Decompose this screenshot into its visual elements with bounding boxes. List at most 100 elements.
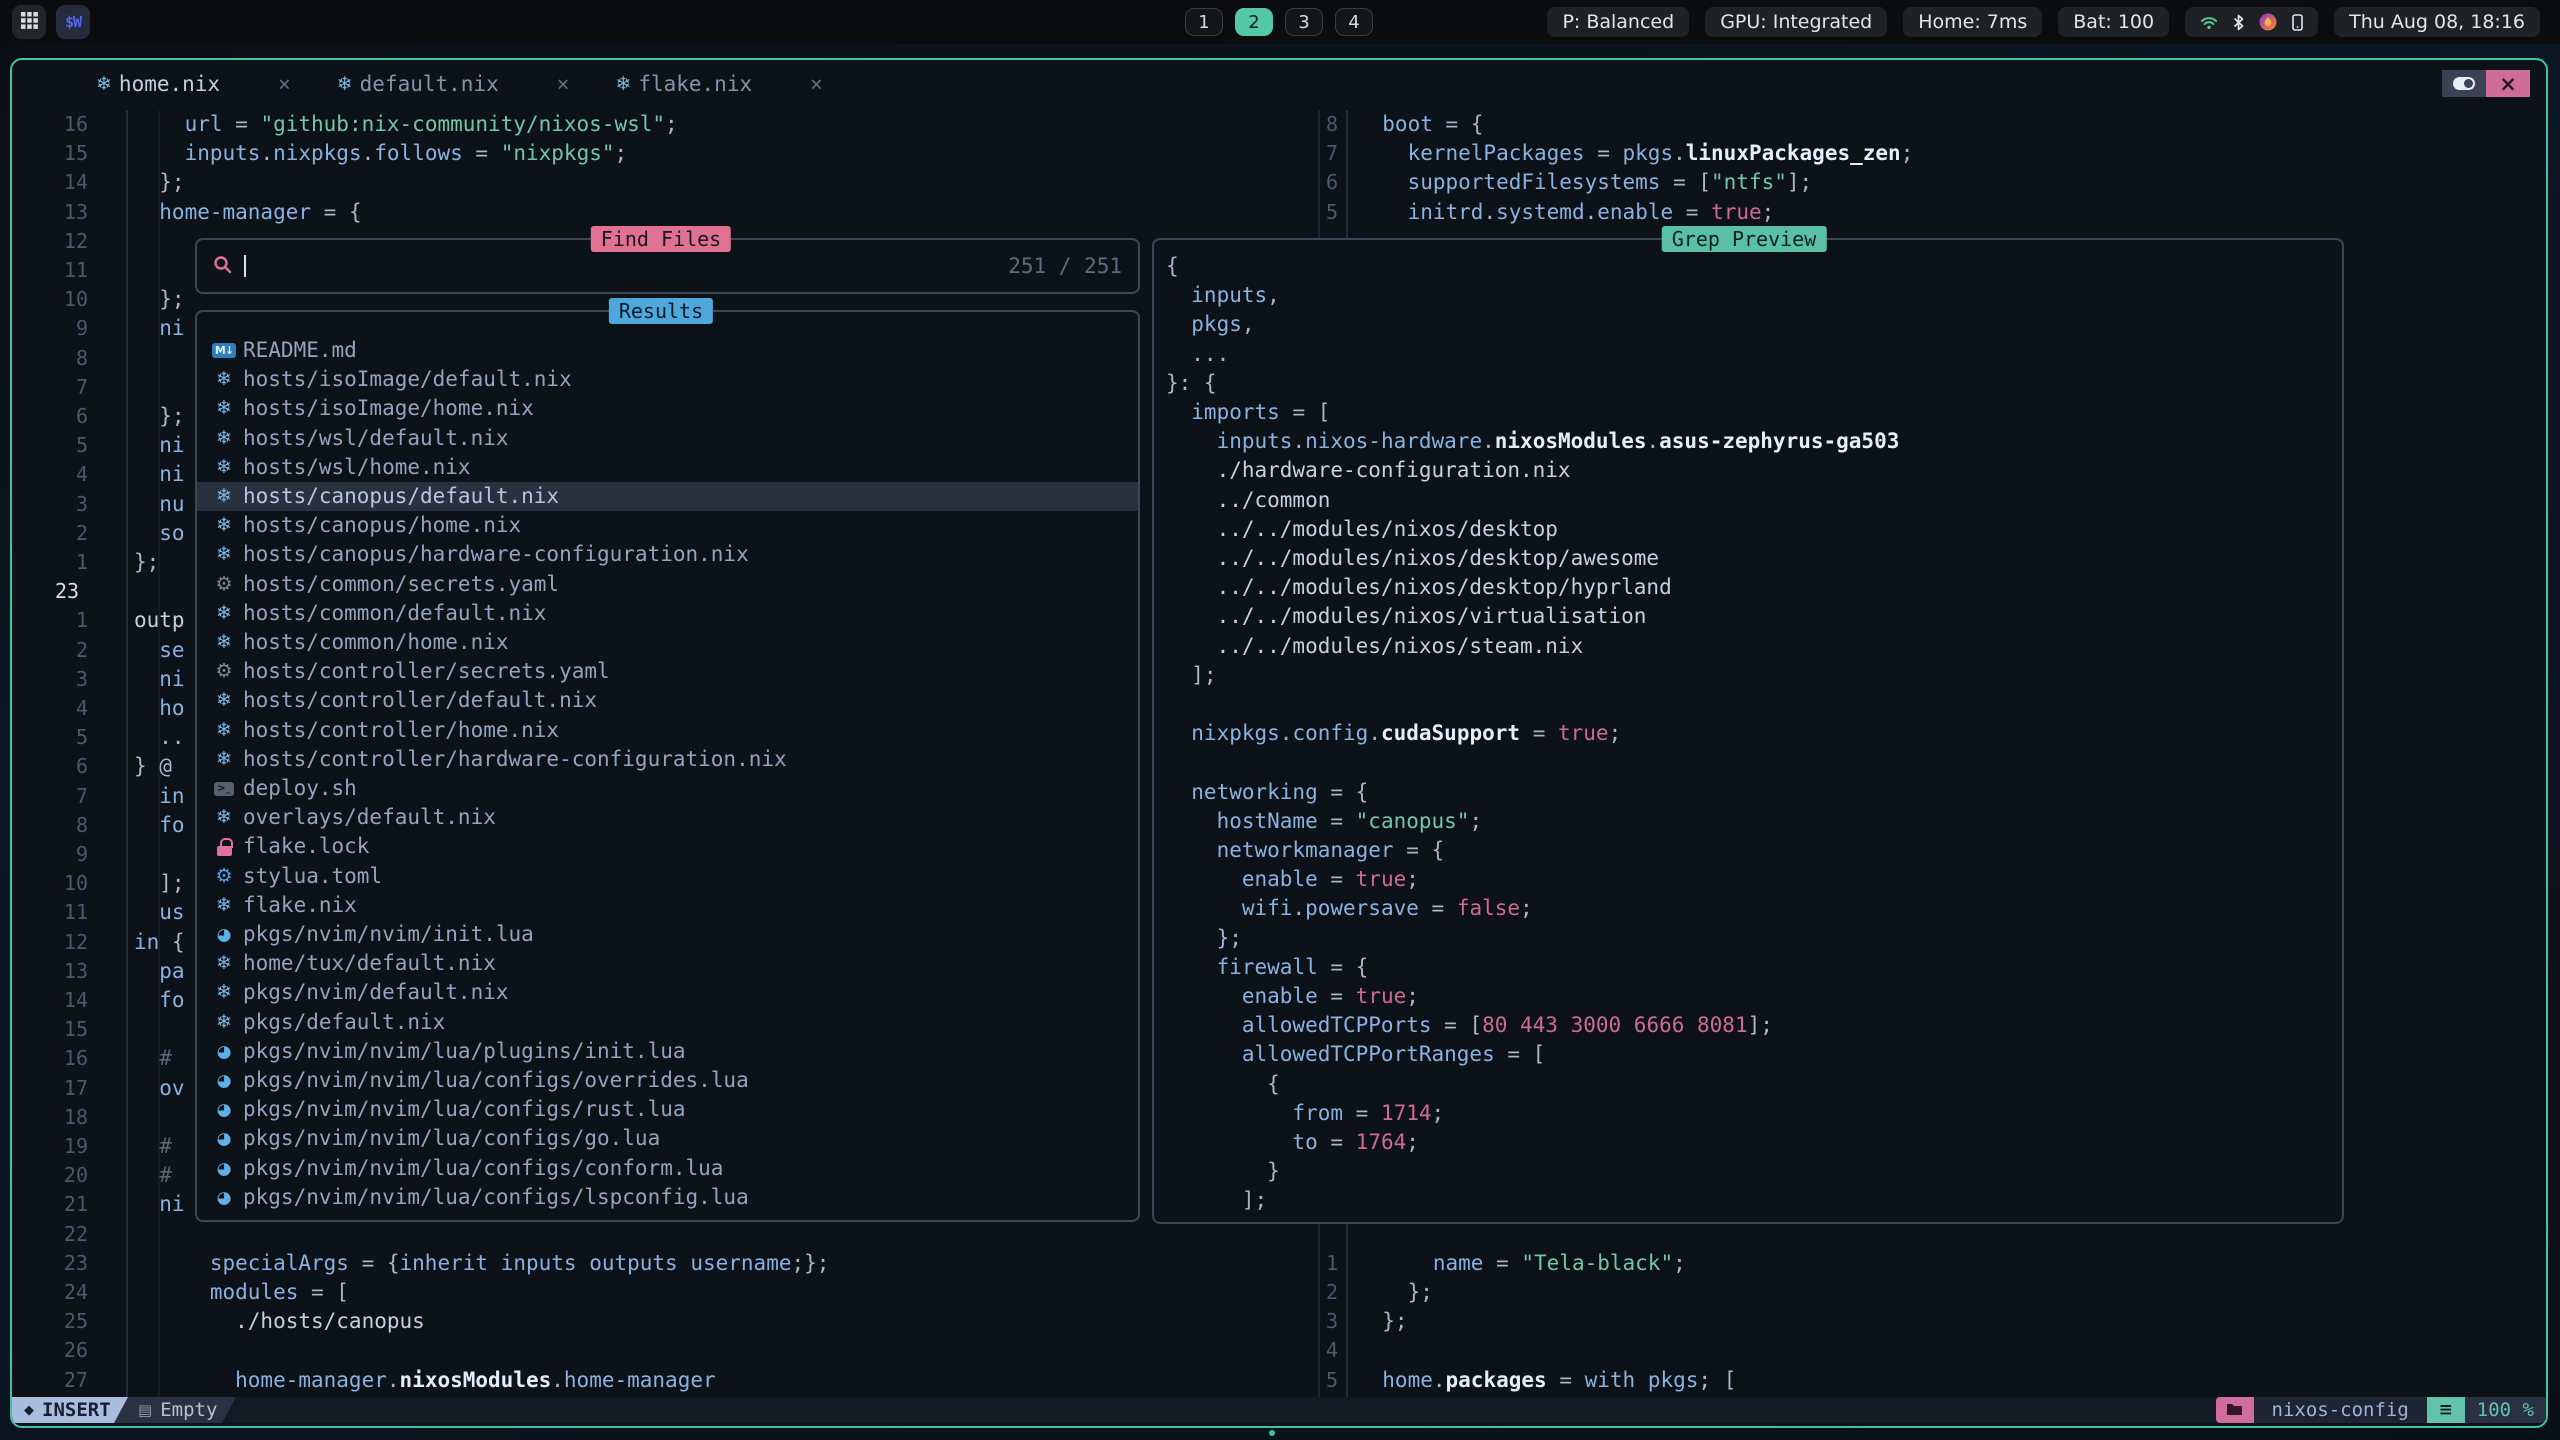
lock-file-icon bbox=[217, 837, 232, 856]
result-file-path: hosts/controller/secrets.yaml bbox=[243, 657, 610, 686]
result-file-path: flake.lock bbox=[243, 832, 369, 861]
result-row[interactable]: ❄hosts/wsl/default.nix bbox=[197, 424, 1138, 453]
window-close-button[interactable]: × bbox=[2486, 70, 2530, 97]
code-line: 1 name = "Tela-black"; bbox=[12, 1249, 2546, 1278]
line-number: 5 bbox=[40, 431, 88, 460]
result-file-path: hosts/controller/home.nix bbox=[243, 716, 559, 745]
tab-label: default.nix bbox=[360, 72, 499, 96]
result-row[interactable]: ◕pkgs/nvim/nvim/lua/plugins/init.lua bbox=[197, 1037, 1138, 1066]
result-row[interactable]: ⚙hosts/common/secrets.yaml bbox=[197, 570, 1138, 599]
result-row[interactable]: ◕pkgs/nvim/nvim/lua/configs/go.lua bbox=[197, 1124, 1138, 1153]
preview-line: wifi.powersave = false; bbox=[1154, 894, 2342, 923]
lua-file-icon: ◕ bbox=[217, 1159, 232, 1179]
preview-line: inputs.nixos-hardware.nixosModules.asus-… bbox=[1154, 427, 2342, 456]
result-row[interactable]: ❄ hosts/isoImage/home.nix bbox=[197, 394, 1138, 423]
result-row[interactable]: ❄home/tux/default.nix bbox=[197, 949, 1138, 978]
preview-line: ]; bbox=[1154, 1186, 2342, 1215]
tab-toggle-button[interactable] bbox=[2442, 70, 2486, 97]
result-row[interactable]: ❄hosts/common/default.nix bbox=[197, 599, 1138, 628]
system-tray bbox=[2185, 7, 2318, 37]
result-row[interactable]: ◕ pkgs/nvim/nvim/lua/configs/rust.lua bbox=[197, 1095, 1138, 1124]
line-number: 19 bbox=[40, 1132, 88, 1161]
preview-line: } bbox=[1154, 1157, 2342, 1186]
code-line: 8 boot = { bbox=[12, 110, 2546, 139]
result-row[interactable]: M↓README.md bbox=[197, 336, 1138, 365]
search-icon bbox=[213, 255, 232, 278]
code-line: 2 }; bbox=[12, 1278, 2546, 1307]
lua-file-icon: ◕ bbox=[217, 1042, 232, 1062]
result-row[interactable]: >_deploy.sh bbox=[197, 774, 1138, 803]
result-row[interactable]: ❄overlays/default.nix bbox=[197, 803, 1138, 832]
result-row[interactable]: ❄hosts/canopus/default.nix bbox=[197, 482, 1138, 511]
result-row[interactable]: ⚙stylua.toml bbox=[197, 862, 1138, 891]
line-number: 10 bbox=[40, 285, 88, 314]
result-row[interactable]: ❄hosts/common/home.nix bbox=[197, 628, 1138, 657]
wifi-icon[interactable] bbox=[2200, 15, 2218, 30]
result-row[interactable]: ❄pkgs/default.nix bbox=[197, 1008, 1138, 1037]
nix-file-icon: ❄ bbox=[216, 397, 232, 419]
result-row[interactable]: ❄pkgs/nvim/default.nix bbox=[197, 978, 1138, 1007]
workspace-button-2[interactable]: 2 bbox=[1235, 8, 1273, 36]
nix-file-icon: ❄ bbox=[216, 952, 232, 974]
line-number: 13 bbox=[40, 957, 88, 986]
line-number: 11 bbox=[40, 256, 88, 285]
result-file-path: README.md bbox=[243, 336, 357, 365]
preview-line: networkmanager = { bbox=[1154, 836, 2342, 865]
nix-file-icon: ❄ bbox=[216, 689, 232, 711]
result-row[interactable]: ◕pkgs/nvim/nvim/init.lua bbox=[197, 920, 1138, 949]
line-number: 17 bbox=[40, 1074, 88, 1103]
result-row[interactable]: ◕pkgs/nvim/nvim/lua/configs/lspconfig.lu… bbox=[197, 1183, 1138, 1212]
workspace-button-3[interactable]: 3 bbox=[1285, 8, 1323, 36]
line-number: 4 bbox=[1294, 1336, 1338, 1365]
result-row[interactable]: ◕pkgs/nvim/nvim/lua/configs/conform.lua bbox=[197, 1154, 1138, 1183]
lua-file-icon: ◕ bbox=[217, 1100, 232, 1120]
line-number: 12 bbox=[40, 928, 88, 957]
result-row[interactable]: ❄flake.nix bbox=[197, 891, 1138, 920]
nix-file-icon: ❄ bbox=[216, 719, 232, 741]
tab-default.nix[interactable]: ❄default.nix bbox=[337, 72, 499, 96]
line-number: 2 bbox=[40, 519, 88, 548]
result-row[interactable]: ❄ hosts/controller/home.nix bbox=[197, 716, 1138, 745]
result-row[interactable]: ❄hosts/wsl/home.nix bbox=[197, 453, 1138, 482]
bluetooth-icon[interactable] bbox=[2233, 14, 2244, 31]
nix-file-icon: ❄ bbox=[216, 894, 232, 916]
workspace-button-4[interactable]: 4 bbox=[1335, 8, 1373, 36]
tab-label: flake.nix bbox=[638, 72, 752, 96]
line-number: 4 bbox=[40, 460, 88, 489]
editor-tab-bar: ❄home.nix × ❄default.nix × ❄flake.nix × bbox=[12, 60, 2546, 108]
result-row[interactable]: ❄hosts/canopus/home.nix bbox=[197, 511, 1138, 540]
tab-home.nix[interactable]: ❄home.nix bbox=[96, 72, 220, 96]
result-row[interactable]: ❄hosts/isoImage/default.nix bbox=[197, 365, 1138, 394]
result-row[interactable]: ❄hosts/controller/hardware-configuration… bbox=[197, 745, 1138, 774]
workspace-button-1[interactable]: 1 bbox=[1185, 8, 1223, 36]
result-row[interactable]: ⚙hosts/controller/secrets.yaml bbox=[197, 657, 1138, 686]
tab-close-icon[interactable]: × bbox=[810, 72, 823, 96]
result-file-path: hosts/isoImage/home.nix bbox=[243, 394, 534, 423]
line-number: 3 bbox=[40, 490, 88, 519]
result-row[interactable]: ❄hosts/canopus/hardware-configuration.ni… bbox=[197, 540, 1138, 569]
result-row[interactable]: ◕pkgs/nvim/nvim/lua/configs/overrides.lu… bbox=[197, 1066, 1138, 1095]
tab-flake.nix[interactable]: ❄flake.nix bbox=[615, 72, 752, 96]
result-file-path: pkgs/nvim/nvim/lua/configs/rust.lua bbox=[243, 1095, 686, 1124]
phone-icon[interactable] bbox=[2292, 14, 2303, 31]
code-line: 5 home.packages = with pkgs; [ bbox=[12, 1366, 2546, 1395]
vim-icon: ◆ bbox=[24, 1403, 34, 1418]
grep-preview-title: Grep Preview bbox=[1662, 226, 1827, 252]
line-number: 7 bbox=[40, 373, 88, 402]
buffer-label: Empty bbox=[160, 1399, 217, 1421]
current-line-number: 23 bbox=[40, 577, 88, 606]
line-number: 3 bbox=[1294, 1307, 1338, 1336]
nix-file-icon: ❄ bbox=[216, 514, 232, 536]
flame-icon[interactable] bbox=[2259, 13, 2277, 31]
tab-close-icon[interactable]: × bbox=[557, 72, 570, 96]
result-row[interactable]: ❄hosts/controller/default.nix bbox=[197, 686, 1138, 715]
preview-line: ../../modules/nixos/desktop/hyprland bbox=[1154, 573, 2342, 602]
mode-label: INSERT bbox=[42, 1399, 111, 1421]
launcher-logo[interactable]: $W bbox=[56, 5, 90, 39]
preview-line: firewall = { bbox=[1154, 953, 2342, 982]
preview-line: ./hardware-configuration.nix bbox=[1154, 456, 2342, 485]
app-launcher-button[interactable] bbox=[12, 5, 46, 39]
result-row[interactable]: flake.lock bbox=[197, 832, 1138, 861]
tab-close-icon[interactable]: × bbox=[278, 72, 291, 96]
code-line: 6 supportedFilesystems = ["ntfs"]; bbox=[12, 168, 2546, 197]
